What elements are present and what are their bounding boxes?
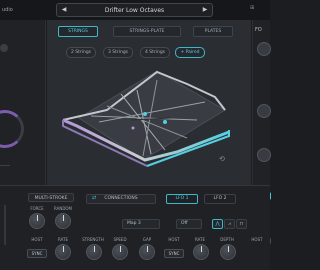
connections-icon: ⇄: [92, 195, 97, 201]
preset-name[interactable]: Drifter Low Octaves: [57, 7, 212, 14]
rate-knob[interactable]: [55, 244, 71, 260]
depth-knob[interactable]: [220, 244, 236, 260]
tab-strings[interactable]: STRINGS: [58, 26, 98, 37]
lfo-host-label: HOST: [168, 237, 180, 242]
pickup-2: [163, 120, 167, 124]
preset-selector[interactable]: ◀ Drifter Low Octaves ▶: [56, 3, 213, 17]
lfo-sync-button[interactable]: SYNC: [164, 249, 184, 258]
left-divider: [0, 165, 10, 166]
main-panel: STRINGS STRINGS-PLATE PLATES 2 Strings 3…: [47, 20, 251, 185]
string-visualizer[interactable]: [47, 62, 251, 185]
app-label: udio: [2, 7, 13, 13]
waveform-triangle-icon[interactable]: ⋀: [212, 219, 223, 229]
speed-label: SPEED: [113, 237, 127, 242]
tab-strings-plate[interactable]: STRINGS-PLATE: [113, 26, 181, 37]
host-label: HOST: [31, 237, 43, 242]
right-knob-1[interactable]: [257, 42, 271, 56]
sync-button[interactable]: SYNC: [27, 249, 47, 258]
depth-label: DEPTH: [220, 237, 234, 242]
right-knob-3[interactable]: [257, 148, 271, 162]
force-knob[interactable]: [29, 213, 45, 229]
waveform-square-icon[interactable]: ⊓: [236, 219, 247, 229]
gap-label: GAP: [142, 237, 152, 242]
speed-knob[interactable]: [112, 244, 128, 260]
strength-knob[interactable]: [86, 244, 102, 260]
pickup-3: [131, 126, 135, 130]
top-bar: udio ◀ Drifter Low Octaves ▶ ⊞: [0, 0, 270, 20]
plate-surface: [78, 70, 226, 161]
grid-icon[interactable]: ⊞: [250, 5, 264, 15]
gap-knob[interactable]: [139, 244, 155, 260]
left-macro-knob[interactable]: [0, 110, 24, 148]
strength-label: STRENGTH: [82, 237, 104, 242]
tab-lfo-2[interactable]: LFO 2: [204, 194, 236, 204]
tab-plates[interactable]: PLATES: [193, 26, 233, 37]
left-indicator: [0, 44, 8, 52]
left-vertical-slider[interactable]: [4, 205, 6, 245]
multi-stroke-header[interactable]: MULTI-STROKE: [28, 193, 74, 202]
force-label: FORCE: [30, 206, 44, 211]
mode-3-strings[interactable]: 3 Strings: [103, 47, 133, 58]
pickup-1: [143, 112, 147, 116]
right-host-label: HOST: [251, 237, 263, 242]
lfo-rate-label: RATE: [194, 237, 205, 242]
waveform-saw-icon[interactable]: ⩘: [224, 219, 235, 229]
lfo-rate-knob[interactable]: [193, 244, 209, 260]
right-knob-2[interactable]: [257, 104, 271, 118]
rate-label: RATE: [57, 237, 68, 242]
random-label: RANDOM: [53, 206, 73, 211]
tab-lfo-1[interactable]: LFO 1: [166, 194, 198, 204]
random-knob[interactable]: [55, 213, 71, 229]
mode-4-strings[interactable]: 4 Strings: [140, 47, 170, 58]
right-panel-label: FO: [255, 27, 262, 33]
map-select[interactable]: Map 3: [122, 219, 160, 229]
mode-2-strings[interactable]: 2 Strings: [66, 47, 96, 58]
mode-paired[interactable]: + Paired: [175, 47, 205, 58]
reset-view-icon[interactable]: ⟲: [219, 155, 227, 163]
lfo-shape-select[interactable]: Off: [176, 219, 202, 229]
next-preset-icon[interactable]: ▶: [200, 6, 210, 13]
